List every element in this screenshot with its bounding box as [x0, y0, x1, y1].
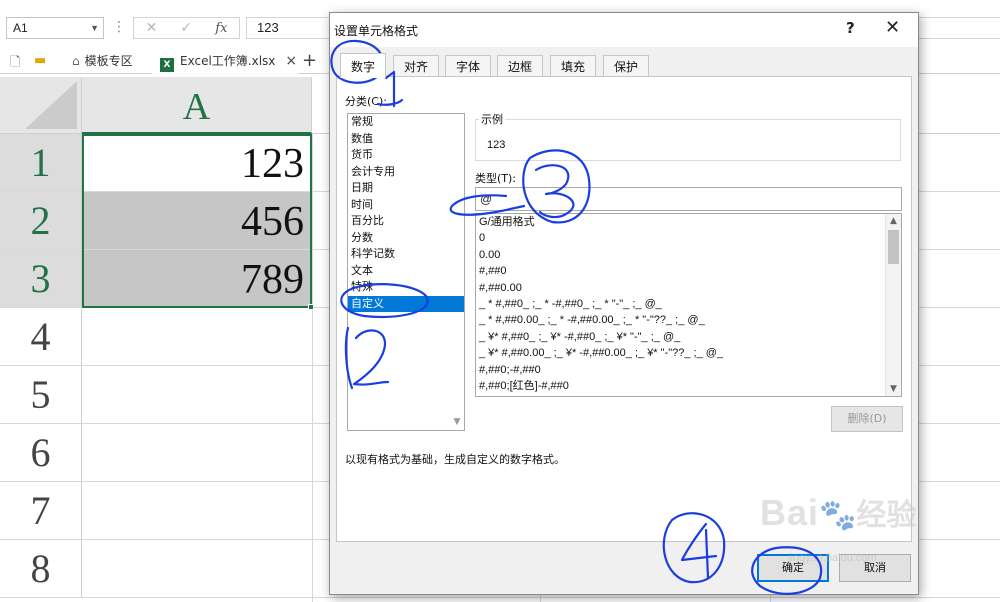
folder-icon[interactable]: ▬: [34, 53, 46, 68]
tab-alignment[interactable]: 对齐: [393, 55, 440, 77]
format-item[interactable]: 0.00: [476, 247, 901, 263]
delete-button[interactable]: 删除(D): [831, 406, 903, 432]
row-header-1[interactable]: 1: [0, 134, 82, 192]
sample-value: 123: [487, 139, 506, 151]
cell-a2[interactable]: 456: [82, 192, 312, 250]
row-header-7[interactable]: 7: [0, 482, 82, 540]
dialog-titlebar: 设置单元格格式 ? ✕: [330, 13, 918, 47]
tab-protection[interactable]: 保护: [603, 55, 650, 77]
format-item[interactable]: _ * #,##0_ ;_ * -#,##0_ ;_ * "-"_ ;_ @_: [476, 296, 901, 312]
sample-label: 示例: [479, 111, 505, 127]
row-header-6[interactable]: 6: [0, 424, 82, 482]
tab-template-zone[interactable]: ⌂ 模板专区: [66, 48, 146, 74]
category-item[interactable]: 日期: [348, 180, 464, 197]
format-item[interactable]: _ ¥* #,##0.00_ ;_ ¥* -#,##0.00_ ;_ ¥* "-…: [476, 345, 901, 361]
home-icon: ⌂: [72, 54, 80, 68]
name-box-value: A1: [13, 21, 28, 35]
format-item[interactable]: #,##0: [476, 263, 901, 279]
tab-fill[interactable]: 填充: [550, 55, 597, 77]
tab-template-label: 模板专区: [84, 54, 133, 68]
type-label: 类型(T):: [475, 172, 517, 185]
row-header-5[interactable]: 5: [0, 366, 82, 424]
format-item[interactable]: #,##0;-#,##0: [476, 362, 901, 378]
scroll-thumb[interactable]: [888, 230, 899, 264]
format-cells-dialog: 设置单元格格式 ? ✕ 数字 对齐 字体 边框 填充 保护 分类(C): 常规 …: [329, 12, 919, 595]
cell-a8[interactable]: [82, 540, 312, 598]
ok-button[interactable]: 确定: [757, 554, 829, 582]
format-item[interactable]: G/通用格式: [476, 214, 901, 230]
tab-font[interactable]: 字体: [445, 55, 492, 77]
category-item[interactable]: 货币: [348, 147, 464, 164]
row-header-8[interactable]: 8: [0, 540, 82, 598]
sample-group: [475, 119, 901, 161]
cell-a1[interactable]: 123: [82, 134, 312, 192]
help-icon[interactable]: ?: [846, 19, 855, 37]
row-header-2[interactable]: 2: [0, 192, 82, 250]
cancel-button[interactable]: 取消: [839, 554, 911, 582]
category-item[interactable]: 科学记数: [348, 246, 464, 263]
category-item[interactable]: 数值: [348, 131, 464, 148]
chevron-down-icon[interactable]: ▼: [90, 18, 99, 38]
select-all-corner[interactable]: [0, 77, 82, 134]
chevron-up-icon[interactable]: ▲: [886, 214, 901, 228]
dialog-tabs: 数字 对齐 字体 边框 填充 保护: [330, 53, 918, 78]
separator-icon: ⋮: [112, 19, 126, 35]
tab-number[interactable]: 数字: [340, 53, 387, 78]
category-label: 分类(C):: [345, 95, 387, 108]
chevron-down-icon[interactable]: ▼: [450, 414, 464, 430]
insert-function-icon[interactable]: fx: [215, 21, 227, 36]
new-file-icon[interactable]: 🗋: [10, 53, 20, 75]
add-tab-icon[interactable]: +: [302, 50, 317, 71]
format-item[interactable]: _ * #,##0.00_ ;_ * -#,##0.00_ ;_ * "-"??…: [476, 312, 901, 328]
format-item[interactable]: #,##0.00: [476, 280, 901, 296]
dialog-title: 设置单元格格式: [334, 24, 419, 38]
cell-a5[interactable]: [82, 366, 312, 424]
number-tab-panel: 分类(C): 常规 数值 货币 会计专用 日期 时间 百分比 分数 科学记数 文…: [336, 76, 912, 542]
formula-buttons: ✕ ✓ fx: [133, 17, 240, 39]
category-item[interactable]: 特殊: [348, 279, 464, 296]
format-item[interactable]: _ ¥* #,##0_ ;_ ¥* -#,##0_ ;_ ¥* "-"_ ;_ …: [476, 329, 901, 345]
tab-workbook[interactable]: X Excel工作簿.xlsx ×: [152, 48, 298, 74]
row-header-3[interactable]: 3: [0, 250, 82, 308]
close-icon[interactable]: ✕: [885, 17, 900, 38]
tab-workbook-label: Excel工作簿.xlsx: [180, 54, 276, 68]
close-icon[interactable]: ×: [285, 53, 297, 69]
category-item-custom[interactable]: 自定义: [348, 295, 464, 312]
cell-a7[interactable]: [82, 482, 312, 540]
cell-a4[interactable]: [82, 308, 312, 366]
chevron-down-icon[interactable]: ▼: [886, 382, 901, 396]
enter-icon[interactable]: ✓: [180, 20, 192, 36]
format-item[interactable]: #,##0;[红色]-#,##0: [476, 378, 901, 394]
category-list[interactable]: 常规 数值 货币 会计专用 日期 时间 百分比 分数 科学记数 文本 特殊 自定…: [347, 113, 465, 431]
cell-a3[interactable]: 789: [82, 250, 312, 308]
category-item[interactable]: 时间: [348, 197, 464, 214]
category-item[interactable]: 常规: [348, 114, 464, 131]
name-box[interactable]: A1 ▼: [6, 17, 104, 39]
format-description: 以现有格式为基础，生成自定义的数字格式。: [345, 453, 565, 466]
category-item[interactable]: 百分比: [348, 213, 464, 230]
cancel-icon[interactable]: ✕: [146, 20, 158, 36]
format-item[interactable]: 0: [476, 230, 901, 246]
row-header-4[interactable]: 4: [0, 308, 82, 366]
excel-icon: X: [160, 58, 174, 72]
category-item[interactable]: 会计专用: [348, 164, 464, 181]
format-list[interactable]: G/通用格式 0 0.00 #,##0 #,##0.00 _ * #,##0_ …: [475, 213, 902, 397]
category-item[interactable]: 文本: [348, 263, 464, 280]
format-list-scrollbar[interactable]: ▲ ▼: [885, 214, 901, 396]
cell-a6[interactable]: [82, 424, 312, 482]
column-header-a[interactable]: A: [82, 77, 312, 134]
tab-border[interactable]: 边框: [497, 55, 544, 77]
category-item[interactable]: 分数: [348, 230, 464, 247]
type-input[interactable]: @: [475, 187, 902, 211]
